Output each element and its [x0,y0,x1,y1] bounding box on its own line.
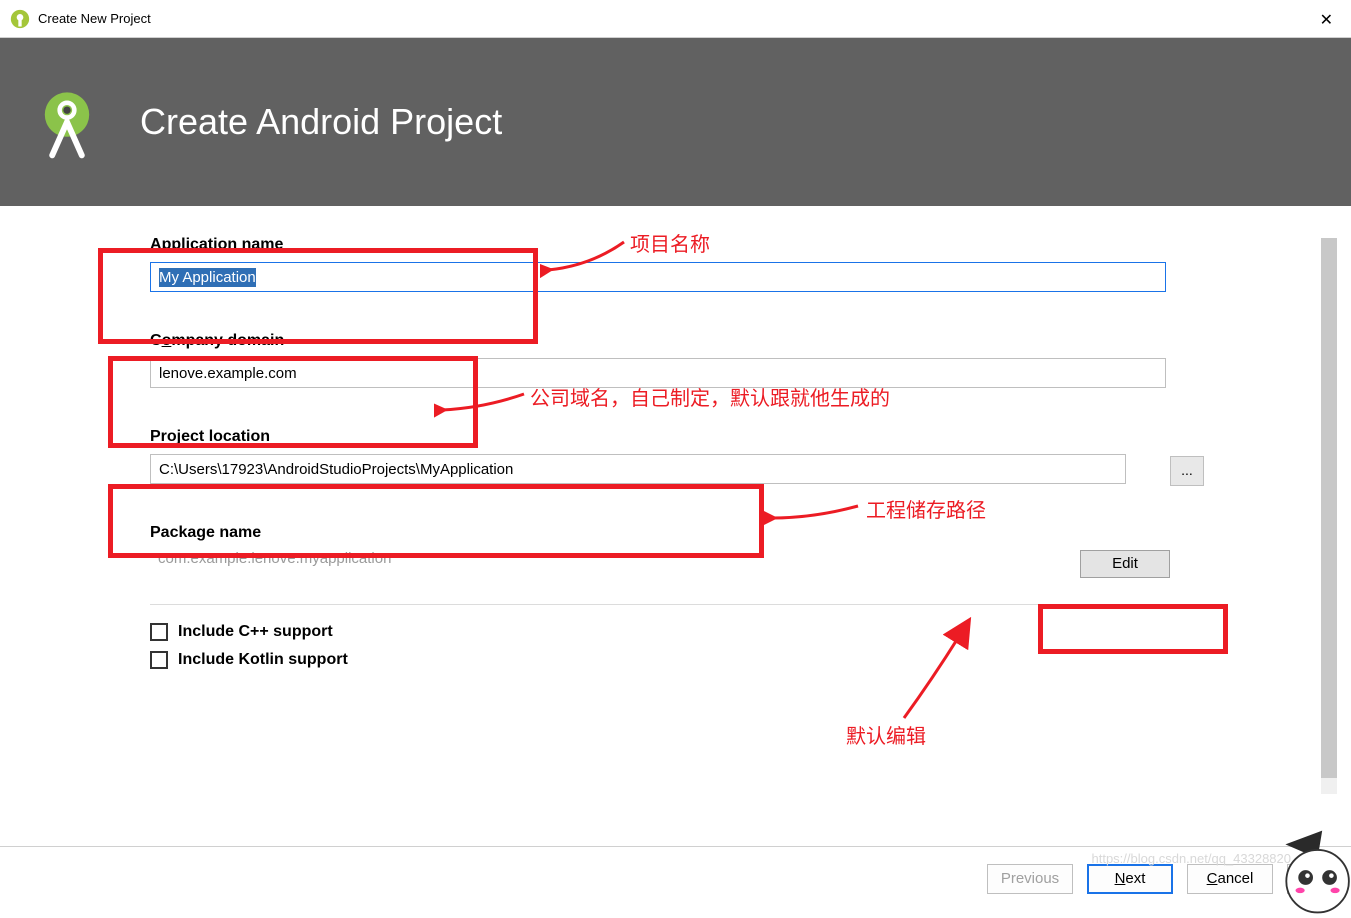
page-title: Create Android Project [140,101,502,143]
pkg-value: com.example.lenove.myapplication [150,550,1166,567]
domain-group: Company domain [150,332,1293,388]
cpp-row: Include C++ support [150,623,1166,641]
appname-group: Application name My Application [150,236,1293,292]
divider [150,604,1166,605]
domain-label: Company domain [150,332,1293,350]
previous-button: Previous [987,864,1073,894]
close-icon[interactable]: ✕ [1320,10,1333,30]
window-title: Create New Project [38,11,151,26]
location-input[interactable] [150,454,1126,484]
location-label: Project location [150,428,1166,446]
kotlin-label: Include Kotlin support [178,651,348,669]
appname-label: Application name [150,236,1293,254]
pkg-group: Package name com.example.lenove.myapplic… [150,524,1166,669]
cpp-checkbox[interactable] [150,623,168,641]
banner: Create Android Project [0,38,1351,206]
pkg-label: Package name [150,524,1166,542]
android-studio-icon [30,85,104,159]
edit-button[interactable]: Edit [1080,550,1170,578]
app-icon [10,9,30,29]
mascot-icon [1267,826,1351,918]
watermark: https://blog.csdn.net/qq_43328820 [1092,851,1292,866]
browse-button[interactable]: ... [1170,456,1204,486]
domain-input[interactable] [150,358,1166,388]
appname-input[interactable]: My Application [150,262,1166,292]
cpp-label: Include C++ support [178,623,333,641]
cancel-button[interactable]: Cancel [1187,864,1273,894]
kotlin-checkbox[interactable] [150,651,168,669]
form-area: Application name My Application Company … [0,206,1351,806]
next-button[interactable]: Next [1087,864,1173,894]
kotlin-row: Include Kotlin support [150,651,1166,669]
location-group: Project location ... [150,428,1166,484]
scrollbar-thumb[interactable] [1321,238,1337,778]
titlebar: Create New Project ✕ [0,0,1351,38]
